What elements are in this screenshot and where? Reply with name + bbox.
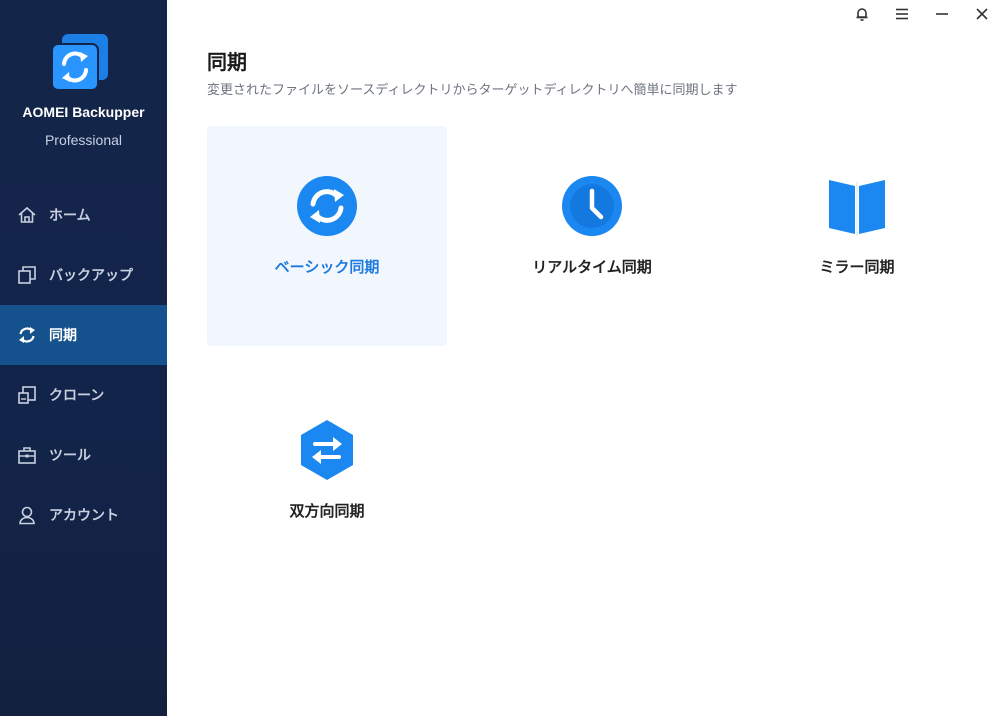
sidebar-item-sync[interactable]: 同期	[0, 305, 167, 365]
clock-icon	[562, 176, 622, 236]
sidebar-item-tools[interactable]: ツール	[0, 425, 167, 485]
option-label: 双方向同期	[289, 502, 365, 520]
sidebar-item-account[interactable]: アカウント	[0, 485, 167, 545]
page-subtitle: 変更されたファイルをソースディレクトリからターゲットディレクトリへ簡単に同期しま…	[207, 83, 738, 98]
app-edition: Professional	[44, 132, 123, 148]
basic-sync-icon	[297, 176, 357, 236]
sidebar-item-label: アカウント	[49, 508, 119, 524]
tools-icon	[17, 445, 37, 465]
sidebar: AOMEI Backupper Professional ホーム バックアップ …	[0, 0, 167, 716]
sidebar-item-clone[interactable]: クローン	[0, 365, 167, 425]
sidebar-item-home[interactable]: ホーム	[0, 185, 167, 245]
backup-icon	[17, 265, 37, 285]
sidebar-item-backup[interactable]: バックアップ	[0, 245, 167, 305]
page-title: 同期	[207, 50, 247, 74]
option-realtime-sync[interactable]: リアルタイム同期	[472, 126, 712, 346]
sidebar-nav: ホーム バックアップ 同期 クローン ツール アカウント	[0, 185, 167, 545]
mirror-icon	[827, 176, 887, 236]
sidebar-item-label: バックアップ	[49, 268, 133, 284]
option-basic-sync[interactable]: ベーシック同期	[207, 126, 447, 346]
two-way-sync-icon	[297, 420, 357, 480]
app-logo-icon	[50, 34, 110, 94]
clone-icon	[17, 385, 37, 405]
option-mirror-sync[interactable]: ミラー同期	[737, 126, 977, 346]
sidebar-item-label: 同期	[49, 328, 77, 344]
sidebar-item-label: ホーム	[49, 208, 91, 224]
option-label: ミラー同期	[819, 258, 895, 276]
option-label: リアルタイム同期	[532, 258, 652, 276]
app-name: AOMEI Backupper	[22, 104, 145, 120]
option-label: ベーシック同期	[274, 258, 380, 276]
account-icon	[17, 505, 37, 525]
sidebar-item-label: クローン	[49, 388, 105, 404]
sync-icon	[17, 325, 37, 345]
sidebar-item-label: ツール	[49, 448, 91, 464]
home-icon	[17, 205, 37, 225]
main-content: 同期 変更されたファイルをソースディレクトリからターゲットディレクトリへ簡単に同…	[167, 0, 1008, 716]
option-two-way-sync[interactable]: 双方向同期	[207, 370, 447, 590]
